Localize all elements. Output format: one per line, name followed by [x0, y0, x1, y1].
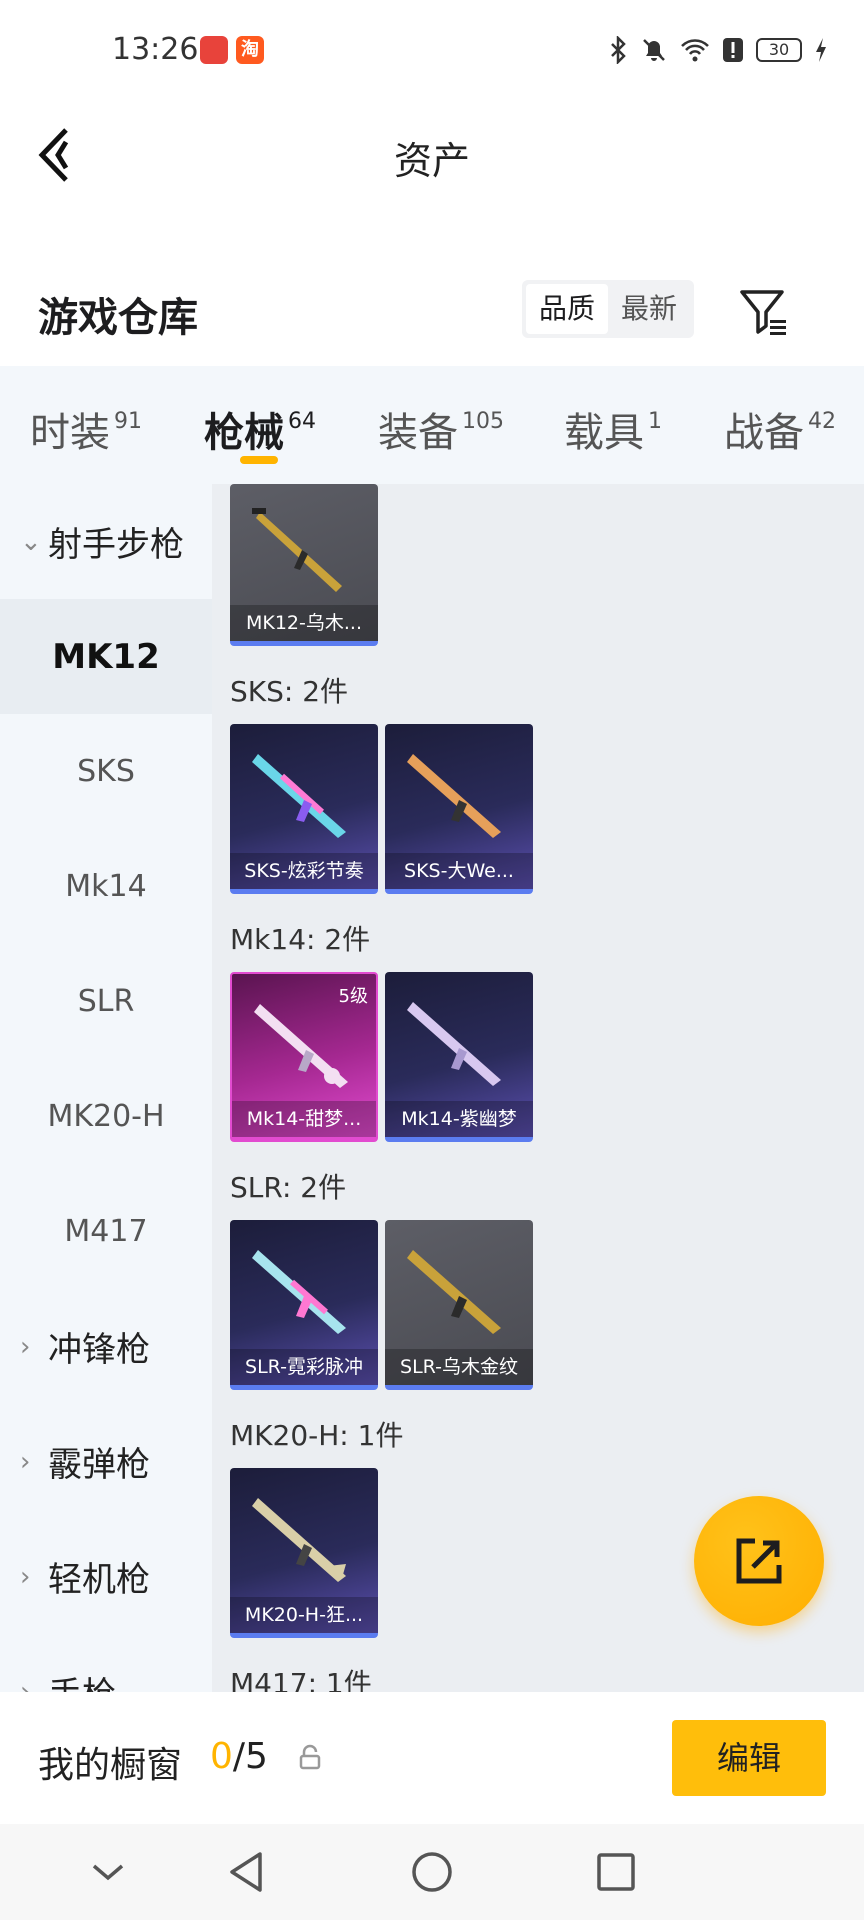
weapon-card[interactable]: MK20-H-狂... [230, 1468, 378, 1638]
tab-weapons[interactable]: 枪械 64 [204, 400, 316, 458]
sidebar-item-slr[interactable]: SLR [0, 944, 212, 1059]
battery-icon: 30 [756, 38, 802, 62]
tab-vehicles[interactable]: 载具 1 [564, 400, 662, 458]
chevron-right-icon: › [20, 1446, 31, 1477]
weapon-card[interactable]: MK12-乌木... [230, 484, 378, 646]
sidebar-group-shotgun[interactable]: › 霰弹枪 [0, 1404, 212, 1519]
chevron-right-icon: › [20, 1676, 31, 1693]
tab-fashion[interactable]: 时装 91 [30, 400, 142, 458]
weapon-card[interactable]: SKS-炫彩节奏 [230, 724, 378, 894]
huawei-app-icon [200, 36, 228, 64]
showcase-label: 我的橱窗 [38, 1745, 183, 1786]
section-label-sks: SKS: 2件 [230, 675, 349, 708]
sidebar-item-mk20h[interactable]: MK20-H [0, 1059, 212, 1174]
filter-button[interactable] [738, 286, 790, 338]
level-badge: 5级 [338, 986, 368, 1007]
sidebar-item-m417[interactable]: M417 [0, 1174, 212, 1289]
showcase-count: 0/5 [210, 1736, 268, 1777]
wifi-icon [681, 39, 709, 62]
section-label-mk20h: MK20-H: 1件 [230, 1419, 404, 1452]
chevron-down-icon: ⌄ [20, 526, 42, 557]
weapon-card[interactable]: 5级 Mk14-甜梦... [230, 972, 378, 1142]
home-circle-icon[interactable] [406, 1846, 458, 1898]
weapon-card[interactable]: Mk14-紫幽梦 [385, 972, 533, 1142]
sidebar-item-sks[interactable]: SKS [0, 714, 212, 829]
rifle-icon [407, 1250, 501, 1334]
filter-icon [740, 290, 786, 335]
page-title: 资产 [393, 139, 470, 183]
sidebar-group-lmg[interactable]: › 轻机枪 [0, 1519, 212, 1634]
weapon-sidebar: ⌄ 射手步枪 MK12 SKS Mk14 SLR MK20-H M417 › 冲锋枪… [0, 484, 212, 1692]
sort-toggle: 品质 最新 [522, 280, 694, 338]
system-nav-bar [0, 1824, 864, 1920]
taobao-app-icon: 淘 [236, 36, 264, 64]
rifle-icon [407, 754, 501, 838]
share-fab-button[interactable] [694, 1496, 824, 1626]
rifle-icon [252, 754, 346, 838]
edit-button[interactable]: 编辑 [672, 1720, 826, 1796]
chevron-right-icon: › [20, 1331, 31, 1362]
sidebar-group-pistol[interactable]: ›手枪 [0, 1634, 212, 1692]
weapon-card[interactable]: SLR-霓彩脉冲 [230, 1220, 378, 1390]
tab-equipment[interactable]: 装备 105 [378, 400, 504, 458]
warehouse-title: 游戏仓库 [38, 295, 198, 341]
active-tab-indicator [240, 456, 278, 464]
status-time: 13:26 [112, 32, 199, 67]
bluetooth-icon [611, 36, 626, 64]
weapon-card[interactable]: SLR-乌木金纹 [385, 1220, 533, 1390]
charging-icon [816, 38, 826, 62]
mute-bell-icon [643, 39, 665, 61]
rifle-icon [407, 1002, 501, 1086]
lock-icon [299, 1744, 321, 1770]
chevron-down-icon[interactable] [82, 1846, 134, 1898]
recents-square-icon[interactable] [590, 1846, 642, 1898]
sidebar-item-mk12[interactable]: MK12 [0, 599, 212, 714]
showcase-bar: 我的橱窗 0/5 编辑 [0, 1692, 864, 1824]
chevron-right-icon: › [20, 1561, 31, 1592]
sort-by-quality[interactable]: 品质 [526, 284, 608, 334]
weapon-card[interactable]: SKS-大We... [385, 724, 533, 894]
back-triangle-icon[interactable] [222, 1846, 274, 1898]
title-bar: 资产 [0, 100, 864, 210]
rifle-icon [252, 1498, 346, 1582]
rifle-icon [252, 508, 342, 592]
alert-icon [723, 38, 743, 62]
category-tabs: 时装 91 枪械 64 装备 105 载具 1 战备 42 [0, 366, 864, 484]
sidebar-item-mk14[interactable]: Mk14 [0, 829, 212, 944]
share-export-icon [736, 1538, 782, 1584]
status-icons: 30 [610, 36, 828, 64]
sidebar-group-marksman[interactable]: ⌄ 射手步枪 [0, 484, 212, 599]
section-label-m417: M417: 1件 [230, 1667, 372, 1692]
rifle-icon [252, 1250, 346, 1334]
status-bar: 13:26 淘 30 [0, 0, 864, 100]
sidebar-group-smg[interactable]: › 冲锋枪 [0, 1289, 212, 1404]
section-label-mk14: Mk14: 2件 [230, 923, 371, 956]
tab-supplies[interactable]: 战备 42 [724, 400, 836, 458]
section-label-slr: SLR: 2件 [230, 1171, 347, 1204]
sort-by-newest[interactable]: 最新 [608, 284, 690, 334]
